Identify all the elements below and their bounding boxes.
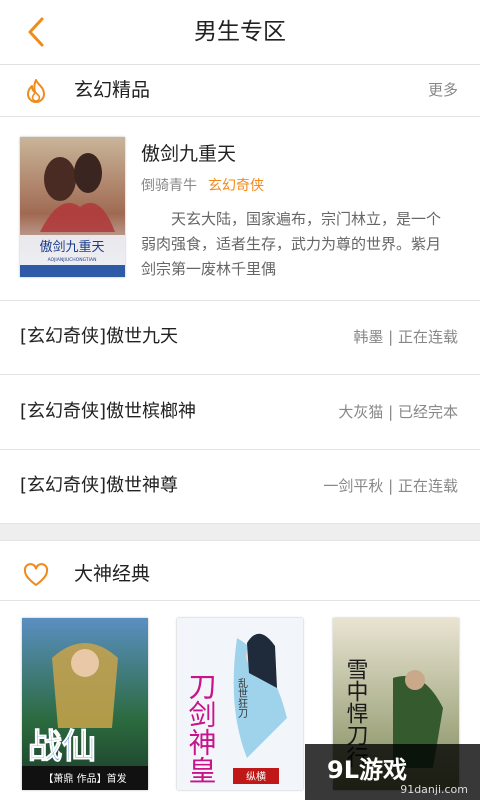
book-author: 倒骑青牛 bbox=[141, 178, 197, 194]
cover-subtitle: AOJIANJIUCHONGTIAN bbox=[48, 257, 97, 263]
list-item-meta: 大灰猫 | 已经完本 bbox=[338, 403, 458, 421]
book-cover[interactable]: 傲剑九重天 AOJIANJIUCHONGTIAN bbox=[20, 137, 125, 277]
page-title: 男生专区 bbox=[194, 19, 286, 45]
watermark-url: 91danji.com bbox=[400, 783, 468, 796]
list-item-meta: 一剑平秋 | 正在连载 bbox=[323, 477, 458, 495]
section-divider bbox=[0, 523, 480, 541]
heart-icon bbox=[23, 563, 49, 586]
flame-icon bbox=[27, 79, 45, 103]
book-genre: 玄幻奇侠 bbox=[208, 178, 264, 194]
cover-art: 傲剑九重天 AOJIANJIUCHONGTIAN bbox=[20, 137, 125, 277]
cover-title: 刀剑神皇 bbox=[185, 672, 218, 784]
book-cover-daojian[interactable]: 刀剑神皇 乱世狂刀 纵横 bbox=[177, 618, 303, 790]
cover-title: 战仙 bbox=[28, 727, 96, 767]
cover-badge: 纵横 bbox=[246, 770, 266, 783]
section-header-xuanhuan: 玄幻精品 更多 bbox=[0, 64, 480, 117]
featured-book[interactable]: 傲剑九重天 AOJIANJIUCHONGTIAN 傲剑九重天 倒骑青牛 玄幻奇侠… bbox=[0, 117, 480, 301]
more-link[interactable]: 更多 bbox=[428, 64, 458, 116]
cover-tagline: 【萧鼎 作品】首发 bbox=[43, 772, 126, 785]
list-item-title: [玄幻奇侠]傲世槟榔神 bbox=[20, 401, 197, 422]
list-item[interactable]: [玄幻奇侠]傲世神尊 一剑平秋 | 正在连载 bbox=[0, 449, 480, 524]
list-item-title: [玄幻奇侠]傲世神尊 bbox=[20, 475, 179, 496]
cover-title: 傲剑九重天 bbox=[39, 239, 104, 255]
section-title: 玄幻精品 bbox=[74, 79, 151, 101]
watermark: 9L游戏 91danji.com bbox=[305, 744, 480, 800]
cover-art: 刀剑神皇 乱世狂刀 纵横 bbox=[177, 618, 303, 790]
list-item-title: [玄幻奇侠]傲世九天 bbox=[20, 326, 179, 347]
list-item[interactable]: [玄幻奇侠]傲世槟榔神 大灰猫 | 已经完本 bbox=[0, 375, 480, 450]
section-header-dashen: 大神经典 bbox=[0, 548, 480, 601]
section-title: 大神经典 bbox=[74, 563, 151, 585]
book-description: 天玄大陆，国家遍布，宗门林立，是一个弱肉强食，适者生存，武力为尊的世界。紫月剑宗… bbox=[141, 210, 442, 278]
top-bar: 男生专区 bbox=[0, 0, 480, 65]
list-item-meta: 韩墨 | 正在连载 bbox=[353, 328, 458, 346]
watermark-logo: 9L游戏 bbox=[327, 756, 407, 784]
book-cover-zhanxian[interactable]: 战仙 【萧鼎 作品】首发 bbox=[22, 618, 148, 790]
list-item[interactable]: [玄幻奇侠]傲世九天 韩墨 | 正在连载 bbox=[0, 300, 480, 375]
cover-tagline: 乱世狂刀 bbox=[236, 678, 248, 719]
book-title[interactable]: 傲剑九重天 bbox=[141, 139, 236, 166]
cover-art: 战仙 【萧鼎 作品】首发 bbox=[22, 618, 148, 790]
